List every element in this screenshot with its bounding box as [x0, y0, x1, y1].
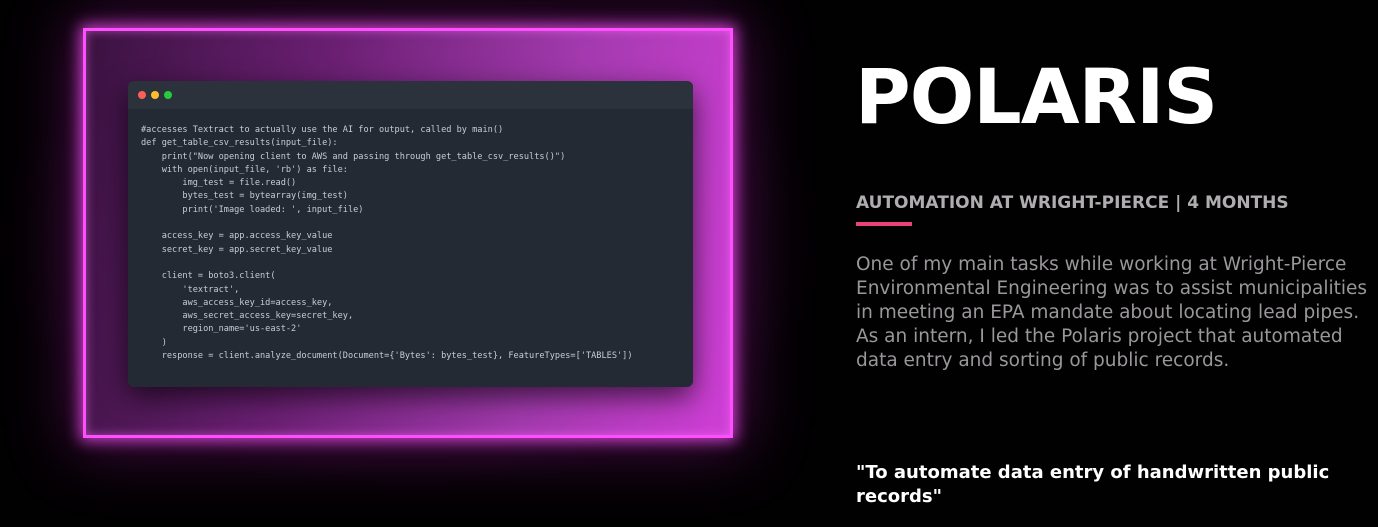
maximize-dot-icon: [164, 91, 172, 99]
code-screenshot-window: #accesses Textract to actually use the A…: [128, 81, 693, 387]
code-line: print("Now opening client to AWS and pas…: [141, 151, 566, 162]
project-quote: "To automate data entry of handwritten p…: [856, 462, 1330, 507]
code-line: client = boto3.client(: [141, 271, 276, 282]
window-titlebar: [128, 81, 693, 109]
code-line: with open(input_file, 'rb') as file:: [141, 164, 348, 175]
project-title: POLARIS: [855, 52, 1218, 141]
code-line: region_name='us-east-2': [141, 324, 302, 335]
project-description: One of my main tasks while working at Wr…: [856, 254, 1368, 371]
code-line: access_key = app.access_key_value: [141, 231, 333, 242]
project-subtitle: AUTOMATION AT WRIGHT-PIERCE | 4 MONTHS: [856, 193, 1289, 213]
code-line: secret_key = app.secret_key_value: [141, 244, 333, 255]
code-line: 'textract',: [141, 284, 240, 295]
code-line: response = client.analyze_document(Docum…: [141, 351, 633, 362]
accent-underline: [856, 222, 912, 226]
code-line: bytes_test = bytearray(img_test): [141, 191, 348, 202]
code-line: def get_table_csv_results(input_file):: [141, 138, 338, 149]
code-line: aws_access_key_id=access_key,: [141, 297, 333, 308]
code-line: ): [141, 337, 167, 348]
code-block: #accesses Textract to actually use the A…: [128, 109, 693, 363]
code-line: #accesses Textract to actually use the A…: [141, 125, 504, 135]
close-dot-icon: [138, 91, 146, 99]
minimize-dot-icon: [151, 91, 159, 99]
code-line: aws_secret_access_key=secret_key,: [141, 311, 354, 322]
code-line: img_test = file.read(): [141, 178, 297, 189]
code-line: print('Image loaded: ', input_file): [141, 204, 364, 215]
